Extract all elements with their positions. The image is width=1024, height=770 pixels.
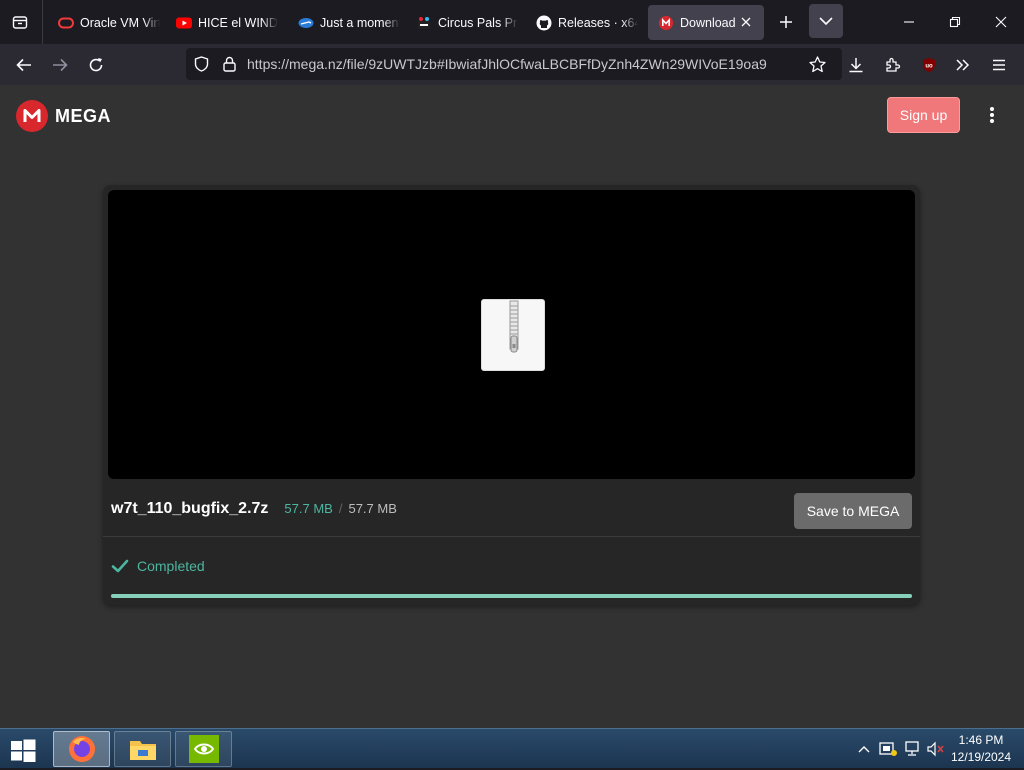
downloaded-size: 57.7 MB — [284, 501, 333, 516]
windows-logo-icon — [11, 739, 36, 762]
tab-label: Oracle VM Virt — [80, 15, 160, 30]
file-explorer-icon — [129, 741, 156, 760]
clock-date: 12/19/2024 — [950, 750, 1012, 764]
svg-text:uo: uo — [925, 64, 933, 70]
minimize-icon — [904, 21, 914, 23]
windows-taskbar: 1:46 PM 12/19/2024 — [0, 728, 1024, 768]
hamburger-menu-icon — [993, 59, 1005, 71]
github-icon — [536, 15, 552, 31]
total-size: 57.7 MB — [348, 501, 397, 516]
forward-button[interactable] — [46, 51, 74, 79]
download-status: Completed — [111, 557, 205, 575]
overflow-menu-button[interactable] — [950, 51, 976, 79]
mega-logo-text: MEGA — [55, 105, 111, 126]
checkmark-icon — [111, 559, 129, 573]
download-icon — [849, 58, 863, 73]
restore-icon — [949, 16, 961, 28]
puzzle-icon — [886, 57, 901, 72]
firefox-view-button[interactable] — [6, 8, 34, 36]
chevron-down-icon — [819, 17, 833, 26]
close-icon — [995, 16, 1007, 28]
system-clock[interactable]: 1:46 PM 12/19/2024 — [944, 732, 1018, 766]
reload-icon — [89, 58, 103, 72]
tab-youtube[interactable]: HICE el WINDO — [166, 5, 278, 40]
mega-logo[interactable]: MEGA — [16, 100, 111, 132]
back-button[interactable] — [10, 51, 38, 79]
nvidia-icon — [188, 735, 219, 763]
plus-icon — [780, 16, 792, 28]
network-icon — [905, 741, 919, 756]
circus-icon — [416, 15, 432, 31]
arrow-left-icon — [16, 58, 31, 72]
tab-separator — [42, 0, 43, 44]
cloud-icon — [298, 15, 314, 31]
clock-time: 1:46 PM — [958, 733, 1004, 747]
tab-label: Circus Pals Pro — [438, 15, 518, 30]
double-chevron-right-icon — [956, 59, 970, 71]
sign-up-button[interactable]: Sign up — [887, 97, 960, 133]
save-to-mega-button[interactable]: Save to MEGA — [794, 493, 912, 529]
taskbar-firefox[interactable] — [53, 731, 110, 767]
mega-icon — [658, 15, 674, 31]
tab-oracle[interactable]: Oracle VM Virt — [48, 5, 160, 40]
tab-label: Download — [680, 15, 736, 30]
taskbar-nvidia[interactable] — [175, 731, 232, 767]
download-progress-bar — [111, 594, 912, 598]
reload-button[interactable] — [82, 51, 110, 79]
taskbar-file-explorer[interactable] — [114, 731, 171, 767]
chevron-up-icon — [858, 746, 870, 753]
url-text[interactable]: https://mega.nz/file/9zUWTJzb#IbwiafJhlO… — [247, 56, 767, 72]
close-tab-icon[interactable] — [738, 14, 754, 30]
network-tray[interactable] — [903, 739, 923, 759]
new-tab-button[interactable] — [772, 8, 800, 36]
minimize-button[interactable] — [896, 8, 922, 36]
tab-label: Releases · x64d — [558, 15, 638, 30]
firefox-icon — [68, 736, 95, 762]
bookmark-star-icon[interactable] — [808, 55, 826, 73]
tab-download[interactable]: Download — [648, 5, 764, 40]
flag-icon — [879, 742, 897, 756]
mega-logo-icon — [16, 100, 48, 132]
divider — [103, 536, 920, 537]
status-text: Completed — [137, 558, 205, 574]
tab-just-a-moment[interactable]: Just a moment — [288, 5, 400, 40]
lock-icon[interactable] — [221, 55, 237, 73]
extensions-button[interactable] — [880, 51, 906, 79]
ublock-button[interactable]: uo — [916, 51, 942, 79]
tab-releases[interactable]: Releases · x64d — [526, 5, 638, 40]
file-name: w7t_110_bugfix_2.7z — [111, 500, 269, 517]
zip-archive-icon — [481, 299, 545, 371]
more-options-icon[interactable] — [982, 105, 1002, 125]
shield-icon[interactable] — [193, 56, 209, 72]
file-info: w7t_110_bugfix_2.7z 57.7 MB / 57.7 MB — [111, 500, 397, 518]
tab-circus-pals[interactable]: Circus Pals Pro — [406, 5, 518, 40]
restore-button[interactable] — [942, 8, 968, 36]
volume-muted-icon — [927, 741, 944, 757]
oracle-icon — [58, 15, 74, 31]
close-window-button[interactable] — [988, 8, 1014, 36]
size-separator: / — [338, 501, 343, 516]
tab-label: HICE el WINDO — [198, 15, 278, 30]
tab-bar: Oracle VM Virt HICE el WINDO Just a mome… — [0, 0, 1024, 44]
action-center-tray[interactable] — [878, 739, 898, 759]
app-menu-button[interactable] — [986, 51, 1012, 79]
arrow-right-icon — [53, 58, 68, 72]
show-hidden-icons-button[interactable] — [856, 739, 872, 759]
mega-page: MEGA Sign up w7t_110_bugfix_2.7z 57.7 MB… — [0, 85, 1024, 728]
list-all-tabs-button[interactable] — [809, 4, 843, 38]
tab-label: Just a moment — [320, 15, 400, 30]
youtube-icon — [176, 15, 192, 31]
ublock-origin-icon: uo — [923, 58, 935, 72]
file-download-card: w7t_110_bugfix_2.7z 57.7 MB / 57.7 MB Sa… — [103, 185, 920, 605]
url-bar[interactable]: https://mega.nz/file/9zUWTJzb#IbwiafJhlO… — [186, 48, 842, 80]
downloads-button[interactable] — [843, 51, 869, 79]
navigation-toolbar: https://mega.nz/file/9zUWTJzb#IbwiafJhlO… — [0, 44, 1024, 85]
file-preview — [108, 190, 915, 479]
volume-tray[interactable] — [926, 739, 946, 759]
firefox-view-icon — [12, 16, 28, 29]
start-button[interactable] — [8, 735, 38, 765]
progress-fill — [111, 594, 912, 598]
